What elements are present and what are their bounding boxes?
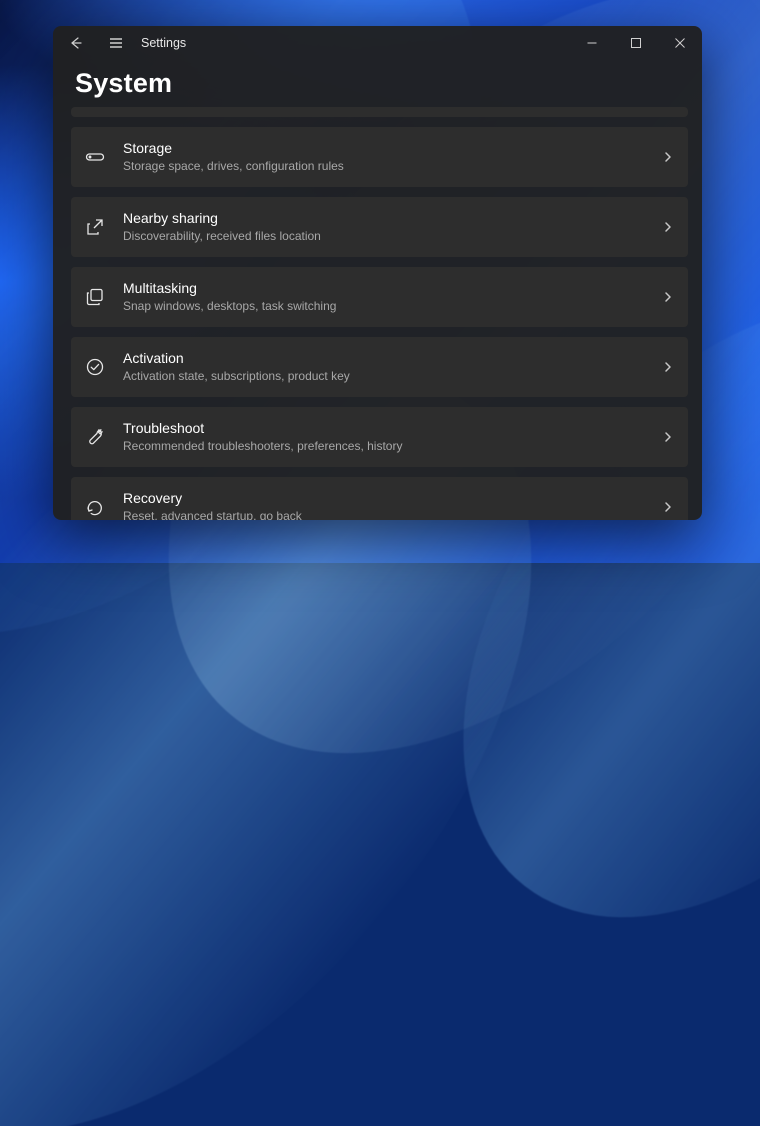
row-subtitle: Storage space, drives, configuration rul… <box>123 158 648 174</box>
row-title: Recovery <box>123 490 648 508</box>
row-title: Activation <box>123 350 648 368</box>
settings-row-activation[interactable]: Activation Activation state, subscriptio… <box>71 337 688 397</box>
chevron-right-icon <box>662 361 674 373</box>
settings-list-scroll[interactable]: Storage Storage space, drives, configura… <box>53 105 702 520</box>
storage-icon <box>81 143 109 171</box>
row-title: Storage <box>123 140 648 158</box>
chevron-right-icon <box>662 151 674 163</box>
settings-row-peek[interactable] <box>71 107 688 117</box>
settings-window: Settings System <box>53 26 702 520</box>
minimize-button[interactable] <box>570 26 614 60</box>
window-title: Settings <box>141 36 186 50</box>
settings-row-troubleshoot[interactable]: Troubleshoot Recommended troubleshooters… <box>71 407 688 467</box>
row-subtitle: Snap windows, desktops, task switching <box>123 298 648 314</box>
settings-row-recovery[interactable]: Recovery Reset, advanced startup, go bac… <box>71 477 688 520</box>
chevron-right-icon <box>662 221 674 233</box>
chevron-right-icon <box>662 291 674 303</box>
window-titlebar: Settings <box>53 26 702 60</box>
back-button[interactable] <box>57 26 95 60</box>
row-title: Nearby sharing <box>123 210 648 228</box>
row-subtitle: Reset, advanced startup, go back <box>123 508 648 520</box>
settings-row-storage[interactable]: Storage Storage space, drives, configura… <box>71 127 688 187</box>
troubleshoot-icon <box>81 423 109 451</box>
chevron-right-icon <box>662 501 674 513</box>
activation-icon <box>81 353 109 381</box>
close-button[interactable] <box>658 26 702 60</box>
recovery-icon <box>81 493 109 520</box>
row-subtitle: Activation state, subscriptions, product… <box>123 368 648 384</box>
row-title: Troubleshoot <box>123 420 648 438</box>
row-subtitle: Recommended troubleshooters, preferences… <box>123 438 648 454</box>
settings-row-multitasking[interactable]: Multitasking Snap windows, desktops, tas… <box>71 267 688 327</box>
row-subtitle: Discoverability, received files location <box>123 228 648 244</box>
nearby-share-icon <box>81 213 109 241</box>
multitasking-icon <box>81 283 109 311</box>
maximize-button[interactable] <box>614 26 658 60</box>
settings-row-nearby-sharing[interactable]: Nearby sharing Discoverability, received… <box>71 197 688 257</box>
chevron-right-icon <box>662 431 674 443</box>
page-header: System <box>53 60 702 105</box>
row-title: Multitasking <box>123 280 648 298</box>
page-title: System <box>75 68 680 99</box>
nav-menu-button[interactable] <box>97 26 135 60</box>
